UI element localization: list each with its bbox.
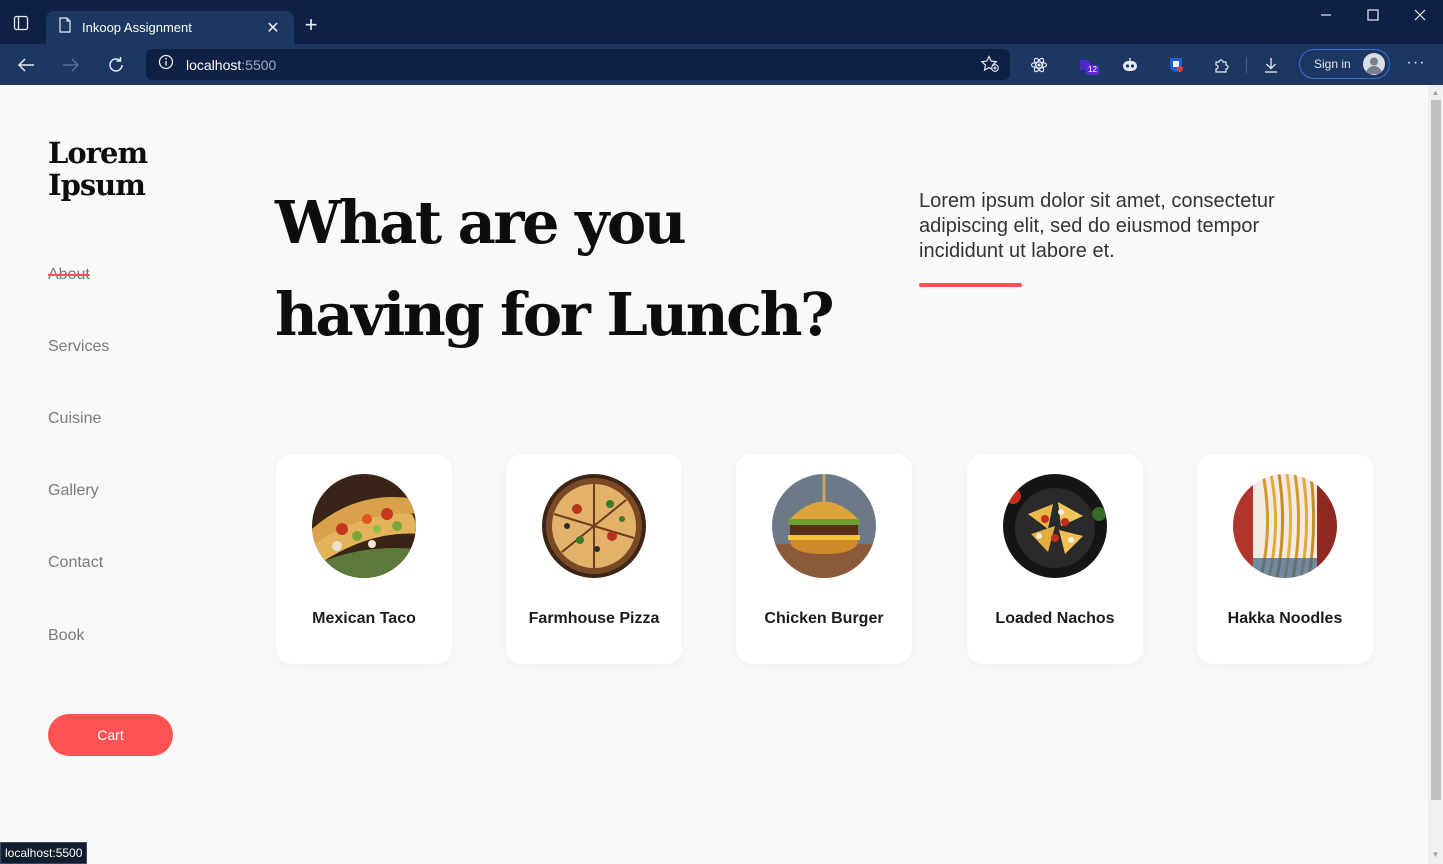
address-bar[interactable]: localhost:5500 [146,49,1010,80]
scroll-down-icon[interactable]: ▼ [1431,850,1440,859]
noodles-image [1233,474,1337,578]
back-arrow-icon[interactable] [13,52,39,78]
close-tab-icon[interactable]: ✕ [264,18,282,38]
intro-paragraph: Lorem ipsum dolor sit amet, consectetur … [919,190,1275,262]
dish-name: Loaded Nachos [995,610,1115,627]
toolbar-divider [1246,57,1247,73]
nav-item-about[interactable]: About [48,266,90,284]
dish-name: Farmhouse Pizza [528,610,660,627]
nav-item-book[interactable]: Book [48,627,84,645]
dish-card-hakka-noodles[interactable]: Hakka Noodles [1197,454,1373,664]
cart-button[interactable]: Cart [48,714,173,756]
extension-badge-icon[interactable]: 12 [1074,53,1099,77]
page-icon [58,17,72,38]
close-window-icon[interactable] [1397,8,1443,30]
nav-item-contact[interactable]: Contact [48,554,103,572]
nav-item-gallery[interactable]: Gallery [48,482,99,500]
robot-extension-icon[interactable] [1118,53,1142,77]
scrollbar-thumb[interactable] [1431,100,1441,800]
dish-card-farmhouse-pizza[interactable]: Farmhouse Pizza [506,454,682,664]
nav-item-services[interactable]: Services [48,338,109,356]
shield-extension-icon[interactable] [1164,53,1188,77]
page-scrollbar[interactable]: ▲ ▼ [1428,85,1443,864]
accent-underline [919,283,1022,287]
page-headline: What are you having for Lunch? [275,188,835,349]
more-options-icon[interactable]: ··· [1404,53,1428,77]
forward-arrow-icon[interactable] [58,52,84,78]
react-devtools-icon[interactable] [1027,53,1051,77]
dish-name: Chicken Burger [764,610,884,627]
extensions-puzzle-icon[interactable] [1209,53,1233,77]
tab-actions-icon[interactable] [8,12,34,34]
favorite-star-icon[interactable] [980,55,1000,78]
browser-tab[interactable]: Inkoop Assignment ✕ [46,11,294,44]
dish-name: Hakka Noodles [1227,610,1343,627]
scroll-up-icon[interactable]: ▲ [1431,88,1440,97]
taco-image [312,474,416,578]
reload-icon[interactable] [103,52,129,78]
status-url-tooltip: localhost:5500 [0,842,88,864]
nav-item-cuisine[interactable]: Cuisine [48,410,101,428]
page-viewport: Lorem Ipsum About Services Cuisine Galle… [0,85,1428,864]
pizza-image [542,474,646,578]
site-logo[interactable]: Lorem Ipsum [48,137,148,201]
browser-toolbar: localhost:5500 12 Sign in ··· [0,44,1443,85]
dish-card-loaded-nachos[interactable]: Loaded Nachos [967,454,1143,664]
site-info-icon[interactable] [158,54,174,75]
download-icon[interactable] [1259,53,1283,77]
dish-name: Mexican Taco [312,610,416,627]
url-text: localhost:5500 [186,56,277,73]
minimize-icon[interactable] [1303,8,1349,30]
new-tab-icon[interactable]: + [300,14,322,37]
nachos-image [1003,474,1107,578]
tab-title: Inkoop Assignment [82,20,192,35]
profile-avatar-icon [1363,53,1385,75]
maximize-icon[interactable] [1350,8,1396,30]
browser-titlebar: Inkoop Assignment ✕ + [0,0,1443,44]
sign-in-button[interactable]: Sign in [1299,49,1390,79]
dish-card-mexican-taco[interactable]: Mexican Taco [276,454,452,664]
dish-card-chicken-burger[interactable]: Chicken Burger [736,454,912,664]
burger-image [772,474,876,578]
